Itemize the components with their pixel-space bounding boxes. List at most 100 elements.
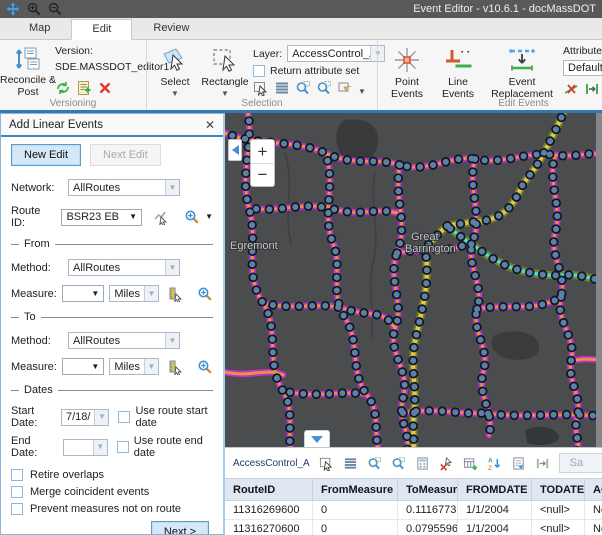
reconcile-post-icon xyxy=(15,46,41,72)
map-canvas: Egremont Great Barrington xyxy=(225,113,602,447)
table-cell[interactable]: 11316269600 xyxy=(225,501,313,520)
tab-review[interactable]: Review xyxy=(132,18,210,39)
route-id-combobox[interactable]: BSR23 EB ▼ xyxy=(61,209,142,226)
split-event-icon[interactable] xyxy=(563,81,579,97)
reconcile-post-button[interactable]: Reconcile & Post xyxy=(6,43,50,97)
from-measure-pick-icon[interactable] xyxy=(168,286,184,302)
zoom-to-route-icon[interactable] xyxy=(184,209,200,225)
delete-version-icon[interactable] xyxy=(97,80,113,96)
table-cell[interactable]: 0.0795596 xyxy=(398,520,458,535)
table-zoom-selected-icon[interactable] xyxy=(367,456,382,471)
table-span-icon[interactable] xyxy=(535,456,550,471)
map-view[interactable]: Egremont Great Barrington + − xyxy=(225,113,602,447)
merge-events-icon[interactable] xyxy=(584,81,600,97)
layer-combobox[interactable]: AccessControl_A ▼ xyxy=(287,45,385,62)
start-date-combobox[interactable]: 7/18/ ▼ xyxy=(61,409,109,426)
table-clear-selection-icon[interactable] xyxy=(439,456,454,471)
to-zoom-icon[interactable] xyxy=(197,359,213,375)
table-pan-selected-icon[interactable] xyxy=(391,456,406,471)
network-combobox[interactable]: AllRoutes ▼ xyxy=(68,179,180,196)
select-features-icon[interactable] xyxy=(253,80,269,96)
column-header-todate[interactable]: TODATE xyxy=(532,478,585,501)
select-button[interactable]: Select ▼ xyxy=(153,43,197,97)
pan-icon[interactable] xyxy=(6,2,20,16)
return-attribute-set-checkbox[interactable] xyxy=(253,65,265,77)
table-cell[interactable]: 0 xyxy=(313,501,398,520)
selectable-layers-icon[interactable] xyxy=(337,80,353,96)
point-events-button[interactable]: Point Events xyxy=(384,43,430,97)
new-version-icon[interactable] xyxy=(76,80,92,96)
from-method-value: AllRoutes xyxy=(69,262,165,274)
retire-overlaps-checkbox[interactable] xyxy=(11,469,23,481)
table-cell[interactable]: 1/1/2004 xyxy=(458,520,532,535)
refresh-version-icon[interactable] xyxy=(55,80,71,96)
select-dropdown-caret[interactable]: ▼ xyxy=(171,90,179,98)
table-layer-name[interactable]: AccessControl_A xyxy=(233,458,310,469)
column-header-routeid[interactable]: RouteID xyxy=(225,478,313,501)
table-cell[interactable]: 1/1/2004 xyxy=(458,501,532,520)
end-date-combobox[interactable]: ▼ xyxy=(63,439,107,456)
tab-edit[interactable]: Edit xyxy=(71,19,132,40)
next-button[interactable]: Next > xyxy=(151,521,209,534)
table-cell[interactable]: <null> xyxy=(532,501,585,520)
attribute-list-icon[interactable] xyxy=(274,80,290,96)
new-edit-button[interactable]: New Edit xyxy=(11,144,81,166)
table-select-icon[interactable] xyxy=(319,456,334,471)
column-header-frommeasure[interactable]: FromMeasure xyxy=(313,478,398,501)
table-rows-icon[interactable] xyxy=(343,456,358,471)
from-units-combobox[interactable]: Miles ▼ xyxy=(109,285,159,302)
zoom-out-icon[interactable] xyxy=(48,2,62,16)
attribute-table: RouteID FromMeasure ToMeasure FROMDATE T… xyxy=(225,478,602,535)
rectangle-button[interactable]: Rectangle ▼ xyxy=(202,43,248,97)
table-save-button[interactable]: Sa xyxy=(559,453,602,473)
panel-close-icon[interactable]: ✕ xyxy=(205,118,215,132)
prevent-measures-label: Prevent measures not on route xyxy=(30,503,181,515)
start-date-label: Start Date: xyxy=(11,405,56,429)
attribute-set-combobox[interactable]: Default ▼ xyxy=(563,60,602,76)
table-cell[interactable]: <null> xyxy=(532,520,585,535)
network-value: AllRoutes xyxy=(69,182,165,194)
to-units-combobox[interactable]: Miles ▼ xyxy=(109,358,159,375)
table-cell[interactable]: 0.1116773 xyxy=(398,501,458,520)
from-zoom-icon[interactable] xyxy=(197,286,213,302)
zoom-route-caret[interactable]: ▼ xyxy=(205,213,213,221)
ribbon-group-selection: Select ▼ Rectangle ▼ Layer: AccessContro… xyxy=(146,40,377,110)
table-cell[interactable]: No xyxy=(585,501,602,520)
table-sort-az-icon[interactable]: AZ xyxy=(487,456,502,471)
to-measure-pick-icon[interactable] xyxy=(168,359,184,375)
start-date-value: 7/18/ xyxy=(62,411,94,423)
zoom-to-selection-icon[interactable] xyxy=(295,80,311,96)
map-zoom-in-button[interactable]: + xyxy=(251,140,274,163)
map-collapse-left-button[interactable] xyxy=(228,139,242,161)
from-method-combobox[interactable]: AllRoutes ▼ xyxy=(68,259,180,276)
tab-map[interactable]: Map xyxy=(8,18,71,39)
table-cell[interactable]: No xyxy=(585,520,602,535)
table-cell[interactable]: 11316270600 xyxy=(225,520,313,535)
table-add-record-icon[interactable] xyxy=(463,456,478,471)
column-header-ac[interactable]: AC xyxy=(585,478,602,501)
prevent-measures-checkbox[interactable] xyxy=(11,503,23,515)
column-header-tomeasure[interactable]: ToMeasure xyxy=(398,478,458,501)
to-measure-combobox[interactable]: ▼ xyxy=(62,358,104,375)
merge-coincident-checkbox[interactable] xyxy=(11,486,23,498)
line-events-button[interactable]: Line Events xyxy=(435,43,481,97)
map-zoom-out-button[interactable]: − xyxy=(251,163,274,186)
table-calculator-icon[interactable] xyxy=(415,456,430,471)
column-header-fromdate[interactable]: FROMDATE xyxy=(458,478,532,501)
from-measure-combobox[interactable]: ▼ xyxy=(62,285,104,302)
rectangle-dropdown-caret[interactable]: ▼ xyxy=(221,90,229,98)
event-replacement-button[interactable]: Event Replacement xyxy=(486,43,558,97)
table-report-icon[interactable] xyxy=(511,456,526,471)
zoom-in-icon[interactable] xyxy=(27,2,41,16)
pan-to-selection-icon[interactable] xyxy=(316,80,332,96)
use-route-end-checkbox[interactable] xyxy=(117,441,129,453)
use-route-start-checkbox[interactable] xyxy=(118,411,130,423)
selection-more-caret[interactable]: ▼ xyxy=(358,88,366,96)
point-events-icon xyxy=(393,46,421,74)
next-edit-button[interactable]: Next Edit xyxy=(90,144,161,166)
to-method-combobox[interactable]: AllRoutes ▼ xyxy=(68,332,180,349)
table-cell[interactable]: 0 xyxy=(313,520,398,535)
use-route-end-label: Use route end date xyxy=(134,435,213,459)
select-route-icon[interactable] xyxy=(153,209,169,225)
table-collapse-tab[interactable] xyxy=(304,430,330,447)
